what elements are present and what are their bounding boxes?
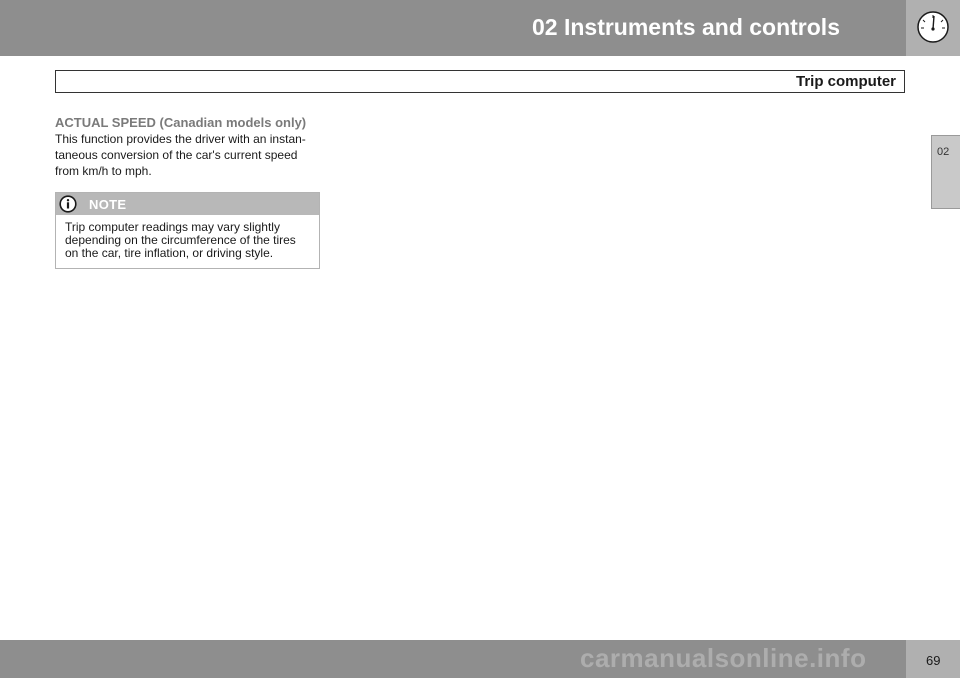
main-content: ACTUAL SPEED (Canadian models only) This… [55,115,320,179]
note-line: on the car, tire inflation, or driving s… [65,246,274,260]
info-icon [59,195,77,213]
watermark: carmanualsonline.info [580,643,867,673]
speedometer-gauge-icon [917,11,949,43]
page-number-box: 69 [906,640,960,678]
page-number: 69 [926,653,941,668]
body-line: from km/h to mph. [55,164,152,178]
body-line: This function provides the driver with a… [55,132,306,146]
body-paragraph: This function provides the driver with a… [55,131,320,179]
section-subheading: ACTUAL SPEED (Canadian models only) [55,115,307,130]
chapter-icon-box [906,0,960,56]
header-bar: 02 Instruments and controls [0,0,906,56]
chapter-title: 02 Instruments and controls [531,14,840,40]
note-box: NOTE Trip computer readings may vary sli… [55,192,320,269]
body-line: taneous conversion of the car's current … [55,148,298,162]
section-title-bar: Trip computer [55,70,905,93]
note-label: NOTE [89,197,127,212]
chapter-side-tab[interactable]: 02 [931,135,960,209]
side-tab-label: 02 [937,146,950,158]
note-header: NOTE [56,193,319,215]
note-text: Trip computer readings may vary slightly… [56,215,319,260]
section-title: Trip computer [795,73,896,90]
